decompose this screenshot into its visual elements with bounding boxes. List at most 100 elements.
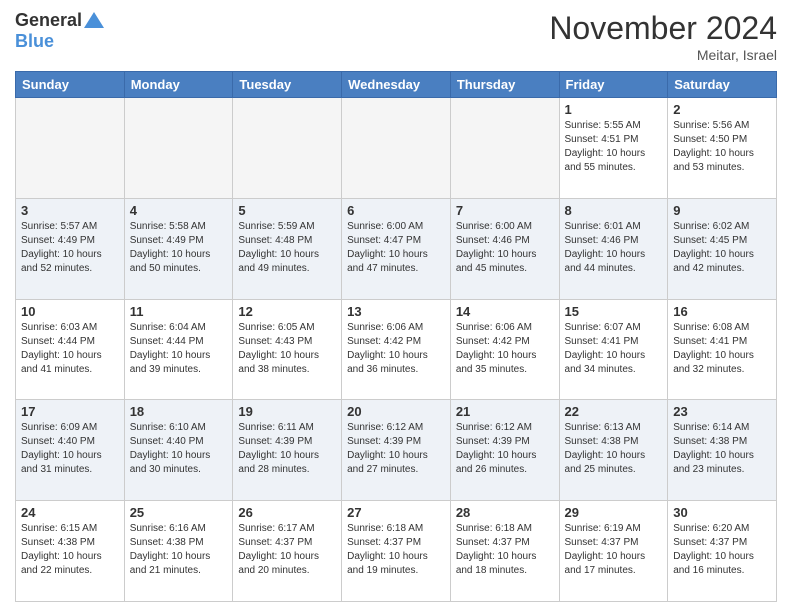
day-number: 24	[21, 505, 119, 520]
logo: General Blue	[15, 10, 104, 52]
day-info: Sunrise: 6:18 AM Sunset: 4:37 PM Dayligh…	[456, 522, 554, 578]
day-number: 14	[456, 304, 554, 319]
calendar-cell-w5-d3: 26Sunrise: 6:17 AM Sunset: 4:37 PM Dayli…	[233, 501, 342, 602]
month-title: November 2024	[549, 10, 777, 47]
calendar-cell-w4-d7: 23Sunrise: 6:14 AM Sunset: 4:38 PM Dayli…	[668, 400, 777, 501]
day-number: 22	[565, 404, 663, 419]
calendar-cell-w5-d7: 30Sunrise: 6:20 AM Sunset: 4:37 PM Dayli…	[668, 501, 777, 602]
calendar-cell-w4-d2: 18 Sunrise: 6:10 AM Sunset: 4:40 PM Dayli…	[124, 400, 233, 501]
day-number: 10	[21, 304, 119, 319]
day-info: Sunrise: 5:56 AM Sunset: 4:50 PM Dayligh…	[673, 119, 771, 175]
calendar-cell-w3-d6: 15Sunrise: 6:07 AM Sunset: 4:41 PM Dayli…	[559, 299, 668, 400]
day-number: 8	[565, 203, 663, 218]
day-info: Sunrise: 6:18 AM Sunset: 4:37 PM Dayligh…	[347, 522, 445, 578]
calendar-cell-w1-d3	[233, 98, 342, 199]
day-number: 20	[347, 404, 445, 419]
calendar-cell-w2-d5: 7 Sunrise: 6:00 AM Sunset: 4:46 PM Daylig…	[450, 198, 559, 299]
calendar-cell-w4-d3: 19Sunrise: 6:11 AM Sunset: 4:39 PM Dayli…	[233, 400, 342, 501]
calendar-cell-w1-d1	[16, 98, 125, 199]
col-header-saturday: Saturday	[668, 72, 777, 98]
calendar-week-3: 10 Sunrise: 6:03 AM Sunset: 4:44 PM Dayli…	[16, 299, 777, 400]
calendar-cell-w2-d2: 4 Sunrise: 5:58 AM Sunset: 4:49 PM Daylig…	[124, 198, 233, 299]
day-info: Sunrise: 6:00 AM Sunset: 4:47 PM Dayligh…	[347, 220, 445, 276]
day-info: Sunrise: 6:10 AM Sunset: 4:40 PM Dayligh…	[130, 421, 228, 477]
day-info: Sunrise: 6:15 AM Sunset: 4:38 PM Dayligh…	[21, 522, 119, 578]
logo-blue-text: Blue	[15, 31, 54, 52]
calendar-cell-w5-d1: 24 Sunrise: 6:15 AM Sunset: 4:38 PM Dayli…	[16, 501, 125, 602]
day-info: Sunrise: 6:02 AM Sunset: 4:45 PM Dayligh…	[673, 220, 771, 276]
page: General Blue November 2024 Meitar, Israe…	[0, 0, 792, 612]
day-info: Sunrise: 6:12 AM Sunset: 4:39 PM Dayligh…	[456, 421, 554, 477]
calendar-cell-w5-d6: 29 Sunrise: 6:19 AM Sunset: 4:37 PM Dayli…	[559, 501, 668, 602]
day-info: Sunrise: 6:06 AM Sunset: 4:42 PM Dayligh…	[347, 321, 445, 377]
day-info: Sunrise: 5:55 AM Sunset: 4:51 PM Dayligh…	[565, 119, 663, 175]
day-info: Sunrise: 6:00 AM Sunset: 4:46 PM Dayligh…	[456, 220, 554, 276]
calendar-cell-w3-d5: 14 Sunrise: 6:06 AM Sunset: 4:42 PM Dayli…	[450, 299, 559, 400]
day-number: 5	[238, 203, 336, 218]
calendar-cell-w2-d6: 8 Sunrise: 6:01 AM Sunset: 4:46 PM Daylig…	[559, 198, 668, 299]
logo-triangle-icon	[84, 12, 104, 28]
calendar-cell-w4-d4: 20 Sunrise: 6:12 AM Sunset: 4:39 PM Dayli…	[342, 400, 451, 501]
col-header-sunday: Sunday	[16, 72, 125, 98]
header: General Blue November 2024 Meitar, Israe…	[15, 10, 777, 63]
logo-text: General	[15, 10, 104, 31]
day-info: Sunrise: 6:13 AM Sunset: 4:38 PM Dayligh…	[565, 421, 663, 477]
calendar-week-2: 3 Sunrise: 5:57 AM Sunset: 4:49 PM Daylig…	[16, 198, 777, 299]
logo-general-text: General	[15, 10, 82, 31]
day-number: 18	[130, 404, 228, 419]
col-header-wednesday: Wednesday	[342, 72, 451, 98]
col-header-thursday: Thursday	[450, 72, 559, 98]
day-number: 23	[673, 404, 771, 419]
day-info: Sunrise: 5:58 AM Sunset: 4:49 PM Dayligh…	[130, 220, 228, 276]
calendar-cell-w1-d4	[342, 98, 451, 199]
day-info: Sunrise: 6:09 AM Sunset: 4:40 PM Dayligh…	[21, 421, 119, 477]
day-info: Sunrise: 6:06 AM Sunset: 4:42 PM Dayligh…	[456, 321, 554, 377]
day-number: 21	[456, 404, 554, 419]
day-number: 13	[347, 304, 445, 319]
day-number: 4	[130, 203, 228, 218]
calendar-cell-w3-d7: 16Sunrise: 6:08 AM Sunset: 4:41 PM Dayli…	[668, 299, 777, 400]
day-number: 2	[673, 102, 771, 117]
calendar-header-row: Sunday Monday Tuesday Wednesday Thursday…	[16, 72, 777, 98]
day-number: 1	[565, 102, 663, 117]
day-number: 3	[21, 203, 119, 218]
calendar-cell-w5-d2: 25Sunrise: 6:16 AM Sunset: 4:38 PM Dayli…	[124, 501, 233, 602]
calendar-cell-w1-d2	[124, 98, 233, 199]
day-info: Sunrise: 6:01 AM Sunset: 4:46 PM Dayligh…	[565, 220, 663, 276]
day-number: 7	[456, 203, 554, 218]
day-number: 17	[21, 404, 119, 419]
day-number: 30	[673, 505, 771, 520]
calendar-cell-w2-d4: 6 Sunrise: 6:00 AM Sunset: 4:47 PM Daylig…	[342, 198, 451, 299]
location: Meitar, Israel	[549, 47, 777, 63]
day-number: 15	[565, 304, 663, 319]
day-info: Sunrise: 6:19 AM Sunset: 4:37 PM Dayligh…	[565, 522, 663, 578]
calendar-cell-w1-d5	[450, 98, 559, 199]
day-number: 28	[456, 505, 554, 520]
day-number: 27	[347, 505, 445, 520]
calendar-cell-w1-d7: 2 Sunrise: 5:56 AM Sunset: 4:50 PM Daylig…	[668, 98, 777, 199]
day-number: 29	[565, 505, 663, 520]
col-header-tuesday: Tuesday	[233, 72, 342, 98]
day-info: Sunrise: 6:05 AM Sunset: 4:43 PM Dayligh…	[238, 321, 336, 377]
day-info: Sunrise: 6:03 AM Sunset: 4:44 PM Dayligh…	[21, 321, 119, 377]
day-info: Sunrise: 6:04 AM Sunset: 4:44 PM Dayligh…	[130, 321, 228, 377]
title-section: November 2024 Meitar, Israel	[549, 10, 777, 63]
day-number: 9	[673, 203, 771, 218]
calendar-cell-w4-d6: 22 Sunrise: 6:13 AM Sunset: 4:38 PM Dayli…	[559, 400, 668, 501]
calendar-cell-w2-d1: 3 Sunrise: 5:57 AM Sunset: 4:49 PM Daylig…	[16, 198, 125, 299]
calendar-cell-w2-d7: 9 Sunrise: 6:02 AM Sunset: 4:45 PM Daylig…	[668, 198, 777, 299]
day-number: 26	[238, 505, 336, 520]
day-number: 19	[238, 404, 336, 419]
day-info: Sunrise: 6:12 AM Sunset: 4:39 PM Dayligh…	[347, 421, 445, 477]
day-number: 12	[238, 304, 336, 319]
calendar-cell-w3-d4: 13 Sunrise: 6:06 AM Sunset: 4:42 PM Dayli…	[342, 299, 451, 400]
calendar-cell-w3-d3: 12 Sunrise: 6:05 AM Sunset: 4:43 PM Dayli…	[233, 299, 342, 400]
calendar-week-4: 17 Sunrise: 6:09 AM Sunset: 4:40 PM Dayli…	[16, 400, 777, 501]
calendar-cell-w5-d4: 27 Sunrise: 6:18 AM Sunset: 4:37 PM Dayli…	[342, 501, 451, 602]
calendar-cell-w4-d5: 21 Sunrise: 6:12 AM Sunset: 4:39 PM Dayli…	[450, 400, 559, 501]
day-info: Sunrise: 5:57 AM Sunset: 4:49 PM Dayligh…	[21, 220, 119, 276]
day-info: Sunrise: 5:59 AM Sunset: 4:48 PM Dayligh…	[238, 220, 336, 276]
day-number: 6	[347, 203, 445, 218]
calendar-cell-w4-d1: 17 Sunrise: 6:09 AM Sunset: 4:40 PM Dayli…	[16, 400, 125, 501]
col-header-monday: Monday	[124, 72, 233, 98]
